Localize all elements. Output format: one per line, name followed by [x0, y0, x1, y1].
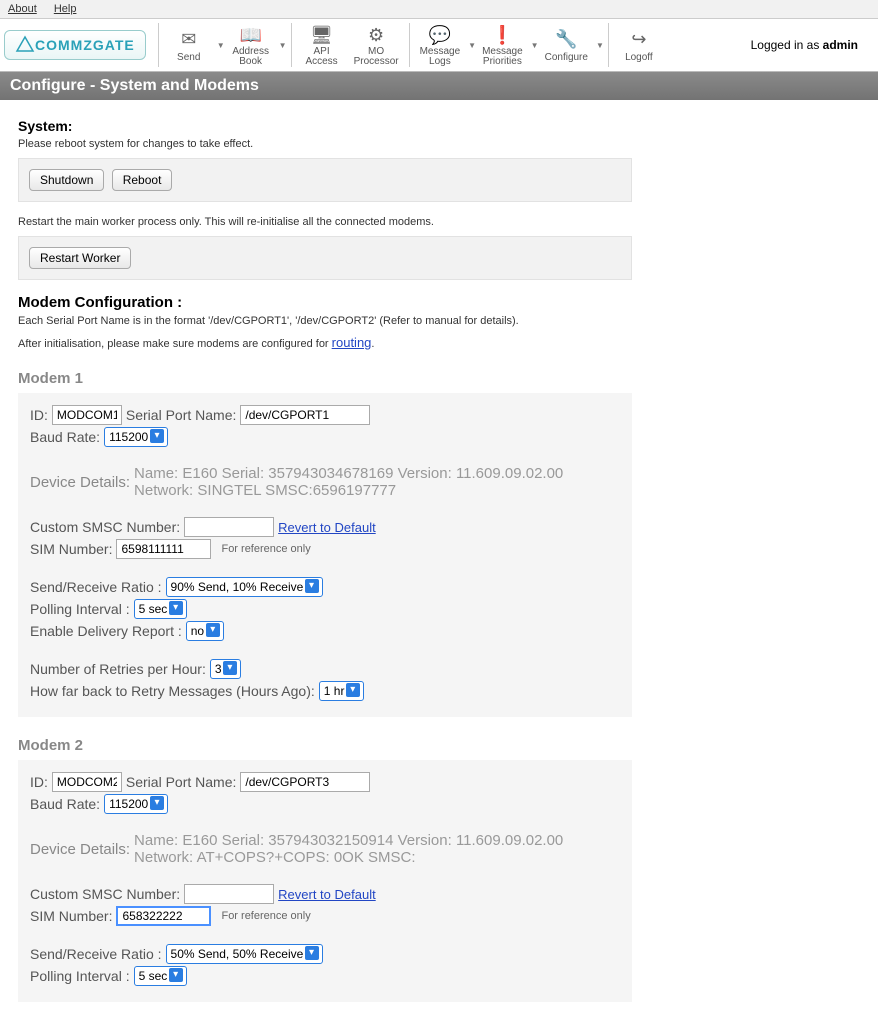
dropdown-icon[interactable]: ▼ — [279, 41, 287, 50]
toolbar-messagepriorities[interactable]: ❗Message Priorities — [476, 21, 529, 69]
modem2-revert-link[interactable]: Revert to Default — [278, 887, 376, 902]
restart-panel: Restart Worker — [18, 236, 632, 280]
toolbar: COMMZGATE ✉Send▼ 📖Address Book▼ 🖥API Acc… — [0, 19, 878, 72]
modem2-polling-select[interactable]: 5 sec — [134, 966, 187, 986]
ratio-label: Send/Receive Ratio : — [30, 579, 162, 595]
addressbook-icon: 📖 — [239, 23, 263, 47]
restart-note: Restart the main worker process only. Th… — [18, 216, 632, 228]
retries-label: Number of Retries per Hour: — [30, 661, 206, 677]
toolbar-apiaccess[interactable]: 🖥API Access — [296, 21, 348, 69]
reboot-note: Please reboot system for changes to take… — [18, 138, 632, 150]
modem1-delivery-select[interactable]: no — [186, 621, 224, 641]
modem2-id-input[interactable] — [52, 772, 122, 792]
toolbar-messagelogs[interactable]: 💬Message Logs — [414, 21, 467, 69]
toolbar-send[interactable]: ✉Send — [163, 26, 215, 65]
about-link[interactable]: About — [8, 3, 37, 15]
smsc-label: Custom SMSC Number: — [30, 519, 180, 535]
modem1-device-details: Name: E160 Serial: 357943034678169 Versi… — [134, 465, 620, 499]
system-heading: System: — [18, 118, 632, 134]
modem-config-heading: Modem Configuration : — [18, 294, 632, 311]
device-details-label: Device Details: — [30, 474, 130, 491]
retryback-label: How far back to Retry Messages (Hours Ag… — [30, 683, 315, 699]
logoff-icon: ↪ — [627, 28, 651, 52]
processor-icon: ⚙ — [364, 23, 388, 47]
brand-logo: COMMZGATE — [4, 30, 146, 60]
logs-icon: 💬 — [428, 23, 452, 47]
modem-note1: Each Serial Port Name is in the format '… — [18, 315, 632, 327]
brand-text: COMMZGATE — [35, 37, 135, 53]
modem2-ratio-select[interactable]: 50% Send, 50% Receive — [166, 944, 323, 964]
modem2-device-details: Name: E160 Serial: 357943032150914 Versi… — [134, 832, 620, 866]
baud-label: Baud Rate: — [30, 429, 100, 445]
logo-icon — [15, 35, 35, 55]
dropdown-icon[interactable]: ▼ — [217, 41, 225, 50]
reboot-button[interactable]: Reboot — [112, 169, 173, 191]
current-user: admin — [823, 38, 858, 52]
top-menu: About Help — [0, 0, 878, 19]
modem2-title: Modem 2 — [18, 737, 632, 754]
modem-note2: After initialisation, please make sure m… — [18, 335, 632, 350]
modem1-ratio-select[interactable]: 90% Send, 10% Receive — [166, 577, 323, 597]
toolbar-configure[interactable]: 🔧Configure — [539, 26, 594, 65]
configure-icon: 🔧 — [554, 28, 578, 52]
toolbar-logoff[interactable]: ↪Logoff — [613, 26, 665, 65]
help-link[interactable]: Help — [54, 3, 77, 15]
dropdown-icon[interactable]: ▼ — [468, 41, 476, 50]
modem2-box: ID: Serial Port Name: Baud Rate: 115200 … — [18, 760, 632, 1002]
toolbar-moprocessor[interactable]: ⚙MO Processor — [348, 21, 405, 69]
id-label: ID: — [30, 407, 48, 423]
modem1-baud-select[interactable]: 115200 — [104, 427, 168, 447]
modem1-retryback-select[interactable]: 1 hr — [319, 681, 364, 701]
modem1-retries-select[interactable]: 3 — [210, 659, 241, 679]
shutdown-button[interactable]: Shutdown — [29, 169, 104, 191]
sim-hint: For reference only — [221, 543, 310, 555]
dropdown-icon[interactable]: ▼ — [596, 41, 604, 50]
send-icon: ✉ — [177, 28, 201, 52]
modem1-polling-select[interactable]: 5 sec — [134, 599, 187, 619]
login-status: Logged in as admin — [751, 38, 874, 52]
modem2-smsc-input[interactable] — [184, 884, 274, 904]
routing-link[interactable]: routing — [332, 335, 372, 350]
toolbar-addressbook[interactable]: 📖Address Book — [225, 21, 277, 69]
modem2-port-input[interactable] — [240, 772, 370, 792]
page-title: Configure - System and Modems — [0, 72, 878, 100]
modem1-box: ID: Serial Port Name: Baud Rate: 115200 … — [18, 393, 632, 717]
restart-worker-button[interactable]: Restart Worker — [29, 247, 131, 269]
modem2-baud-select[interactable]: 115200 — [104, 794, 168, 814]
modem1-title: Modem 1 — [18, 370, 632, 387]
serialport-label: Serial Port Name: — [126, 407, 236, 423]
modem1-id-input[interactable] — [52, 405, 122, 425]
polling-label: Polling Interval : — [30, 601, 130, 617]
modem2-sim-input[interactable] — [116, 906, 211, 926]
priority-icon: ❗ — [490, 23, 514, 47]
sim-label: SIM Number: — [30, 541, 112, 557]
dropdown-icon[interactable]: ▼ — [531, 41, 539, 50]
modem1-revert-link[interactable]: Revert to Default — [278, 520, 376, 535]
modem1-port-input[interactable] — [240, 405, 370, 425]
system-panel: Shutdown Reboot — [18, 158, 632, 202]
modem1-sim-input[interactable] — [116, 539, 211, 559]
modem1-smsc-input[interactable] — [184, 517, 274, 537]
api-icon: 🖥 — [310, 23, 334, 47]
delivery-label: Enable Delivery Report : — [30, 623, 182, 639]
